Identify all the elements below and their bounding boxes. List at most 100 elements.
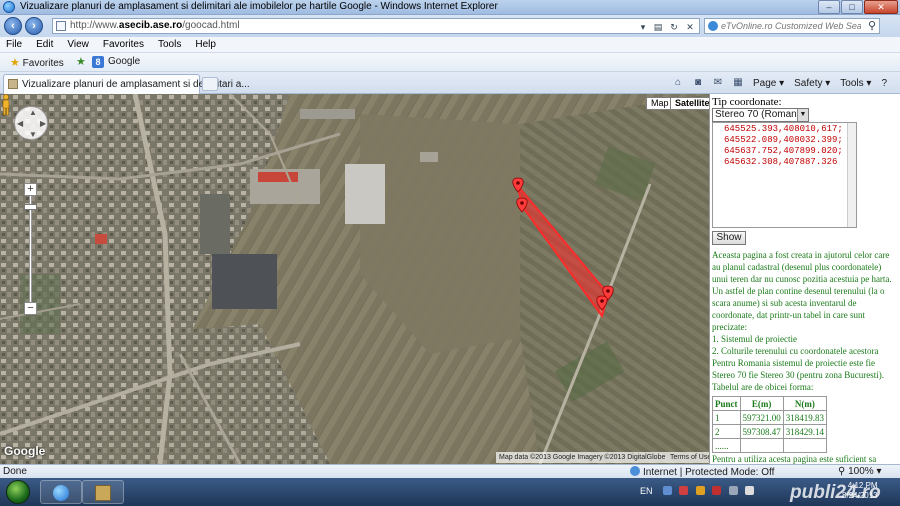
zoom-level[interactable]: ⚲ 100% ▾ <box>838 466 882 477</box>
mail-icon[interactable]: ✉ <box>711 77 725 89</box>
pan-down-icon[interactable]: ▼ <box>29 130 37 139</box>
add-favorite-icon[interactable]: ★ <box>76 55 86 68</box>
zoom-in-button[interactable]: + <box>24 183 37 196</box>
start-button[interactable] <box>6 480 30 504</box>
network-icon[interactable] <box>728 486 738 495</box>
search-icon[interactable]: ⚲ <box>868 19 876 32</box>
favorites-button[interactable]: ★ Favorites <box>10 56 64 69</box>
compatibility-icon[interactable]: ▤ <box>651 21 665 33</box>
terms-of-use-link[interactable]: Terms of Use <box>668 452 709 463</box>
menu-view[interactable]: View <box>67 37 89 52</box>
back-button[interactable]: ‹ <box>4 17 22 35</box>
search-input[interactable] <box>721 20 861 32</box>
safety-menu[interactable]: Safety ▾ <box>794 78 830 89</box>
status-text: Done <box>3 466 27 477</box>
menu-bar: File Edit View Favorites Tools Help <box>0 37 900 53</box>
tray-icon[interactable] <box>695 486 705 495</box>
page-content: Map Satellite ▲ ▼ ◀ ▶ + − Google Map dat… <box>0 94 900 464</box>
table-row: ...... <box>712 438 828 453</box>
footer-text: Pentru a utiliza acesta pagina este sufi… <box>712 454 877 464</box>
street-view-pegman-icon[interactable] <box>0 94 12 116</box>
home-icon[interactable]: ⌂ <box>671 77 685 89</box>
watermark-logo: publi24.ro <box>790 482 881 503</box>
minimize-button[interactable]: – <box>818 0 840 14</box>
coordinates-text: 645525.393,408010,617;645522.089,408032.… <box>724 124 843 167</box>
search-box[interactable]: ⚲ <box>704 18 880 34</box>
dropdown-icon[interactable]: ▾ <box>636 21 650 33</box>
side-panel: Tip coordonate: Stereo 70 (Romania) ▼ 64… <box>709 94 900 464</box>
ie-logo-icon <box>3 1 15 13</box>
refresh-icon[interactable]: ↻ <box>667 21 681 33</box>
security-zone[interactable]: Internet | Protected Mode: Off <box>630 466 774 478</box>
stop-icon[interactable]: ✕ <box>683 21 697 33</box>
map-type-satellite-button[interactable]: Satellite <box>670 97 709 110</box>
address-url[interactable]: http://www.asecib.ase.ro/goocad.html <box>70 20 240 31</box>
table-cell: 318419.83 <box>782 410 828 425</box>
search-provider-icon <box>708 21 718 31</box>
taskbar-explorer[interactable] <box>82 480 124 504</box>
favorites-bar: ★ Favorites ★ 8 Google <box>0 53 900 72</box>
page-menu[interactable]: Page ▾ <box>753 78 784 89</box>
tab-active[interactable]: Vizualizare planuri de amplasament si de… <box>3 74 250 94</box>
pan-control[interactable]: ▲ ▼ ◀ ▶ <box>14 106 48 140</box>
table-cell: 1 <box>712 410 741 425</box>
table-cell: 318429.14 <box>782 424 828 439</box>
close-button[interactable]: ✕ <box>864 0 898 14</box>
help-menu[interactable]: ? <box>881 78 887 89</box>
window-controls: – □ ✕ <box>817 0 898 15</box>
coordinates-textarea[interactable]: 645525.393,408010,617;645522.089,408032.… <box>712 122 857 228</box>
menu-file[interactable]: File <box>6 37 22 52</box>
table-cell: 597308.47 <box>739 424 784 439</box>
tools-menu[interactable]: Tools ▾ <box>840 78 871 89</box>
magnifier-icon: ⚲ <box>838 466 846 477</box>
pan-up-icon[interactable]: ▲ <box>29 108 37 117</box>
description-paragraph: Aceasta pagina a fost creata in ajutorul… <box>712 250 892 332</box>
textarea-scrollbar[interactable] <box>847 123 856 227</box>
zoom-slider-track[interactable] <box>29 184 32 306</box>
menu-tools[interactable]: Tools <box>158 37 181 52</box>
volume-icon[interactable] <box>745 486 755 495</box>
coordinate-table: Punct E(m) N(m) 1 597321.00 318419.83 2 … <box>712 396 828 453</box>
pan-right-icon[interactable]: ▶ <box>40 119 46 128</box>
table-cell: 597321.00 <box>739 410 784 425</box>
forward-button[interactable]: › <box>25 17 43 35</box>
google-favorite-link[interactable]: Google <box>108 56 140 67</box>
chevron-down-icon[interactable]: ▼ <box>797 109 808 121</box>
tab-bar: Vizualizare planuri de amplasament si de… <box>0 72 900 94</box>
tray-icon[interactable] <box>712 486 722 495</box>
address-bar[interactable]: http://www.asecib.ase.ro/goocad.html ▾ ▤… <box>52 18 700 34</box>
taskbar: EN 4:12 PM 8/24/2013 <box>0 478 900 506</box>
zoom-slider-thumb[interactable] <box>24 204 37 210</box>
pan-left-icon[interactable]: ◀ <box>17 119 23 128</box>
list-item: 1. Sistemul de proiectie <box>712 334 797 344</box>
google-icon: 8 <box>92 56 104 68</box>
new-tab-button[interactable] <box>202 77 218 91</box>
table-cell <box>739 438 784 453</box>
print-icon[interactable]: ▦ <box>731 77 745 89</box>
satellite-map[interactable]: Map Satellite ▲ ▼ ◀ ▶ + − Google Map dat… <box>0 94 709 464</box>
table-header: Punct <box>712 396 741 411</box>
command-bar: ⌂ ◙ ✉ ▦ Page ▾ Safety ▾ Tools ▾ ? <box>668 75 892 91</box>
menu-favorites[interactable]: Favorites <box>103 37 144 52</box>
star-icon: ★ <box>10 57 20 69</box>
projection-select[interactable]: Stereo 70 (Romania) ▼ <box>712 108 809 122</box>
table-cell: ...... <box>712 438 741 453</box>
language-indicator[interactable]: EN <box>640 486 653 496</box>
coordinate-type-label: Tip coordonate: <box>712 96 782 108</box>
ie-window: Vizualizare planuri de amplasament si de… <box>0 0 900 506</box>
table-header: E(m) <box>739 396 784 411</box>
tray-icon[interactable] <box>679 486 689 495</box>
ie-icon <box>53 485 69 501</box>
menu-edit[interactable]: Edit <box>36 37 53 52</box>
map-copyright: Map data ©2013 Google Imagery ©2013 Digi… <box>496 452 669 463</box>
menu-help[interactable]: Help <box>195 37 216 52</box>
projection-select-value: Stereo 70 (Romania) <box>715 109 808 120</box>
show-button[interactable]: Show <box>712 231 746 245</box>
tray-icon[interactable] <box>662 486 672 495</box>
folder-icon <box>95 485 111 501</box>
google-logo: Google <box>4 444 46 458</box>
taskbar-ie[interactable] <box>40 480 82 504</box>
zoom-out-button[interactable]: − <box>24 302 37 315</box>
feeds-icon[interactable]: ◙ <box>691 77 705 89</box>
maximize-button[interactable]: □ <box>841 0 863 14</box>
